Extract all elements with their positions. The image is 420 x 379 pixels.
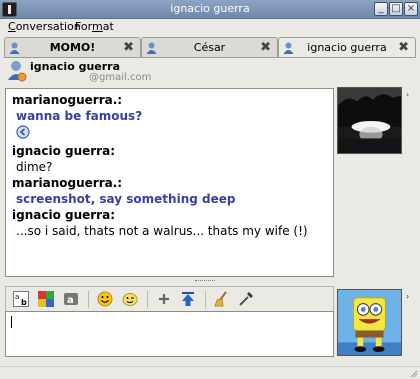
add-icon[interactable] bbox=[156, 291, 172, 307]
close-tab-icon[interactable]: ✖ bbox=[398, 40, 409, 55]
svg-text:b: b bbox=[21, 298, 27, 307]
message-nick: marianoguerra.: bbox=[12, 176, 123, 190]
color-icon[interactable] bbox=[38, 291, 54, 307]
close-window-button[interactable]: × bbox=[404, 2, 418, 16]
toolbar-separator bbox=[88, 291, 89, 308]
tab-label: César bbox=[193, 41, 226, 54]
message-text: wanna be famous? bbox=[16, 109, 143, 123]
text-caret bbox=[11, 316, 12, 328]
close-tab-icon[interactable]: ✖ bbox=[123, 40, 134, 55]
contact-display-picture bbox=[337, 87, 402, 154]
maximize-button[interactable]: □ bbox=[389, 2, 403, 16]
tab-ignacio-guerra[interactable]: ignacio guerra ✖ bbox=[278, 37, 416, 58]
minimize-button[interactable]: _ bbox=[374, 2, 388, 16]
message-text: screenshot, say something deep bbox=[16, 192, 236, 206]
tab-label: MOMO! bbox=[49, 41, 96, 54]
contact-avatar-icon bbox=[8, 61, 27, 82]
wink-icon[interactable] bbox=[122, 291, 138, 307]
pane-splitter[interactable] bbox=[195, 280, 215, 282]
pick-icon[interactable] bbox=[238, 291, 254, 307]
tab-label: ignacio guerra bbox=[307, 41, 387, 54]
tab-divider bbox=[4, 57, 416, 58]
menu-format[interactable]: Format bbox=[75, 20, 114, 33]
message-input[interactable] bbox=[5, 311, 334, 357]
message-text: dime? bbox=[16, 160, 53, 174]
expand-arrow-icon[interactable]: › bbox=[406, 90, 409, 99]
font-icon[interactable]: a b bbox=[13, 291, 29, 307]
tab-bar: MOMO! ✖ César ✖ ignacio guerra ✖ bbox=[4, 37, 416, 58]
message-text: ...so i said, thats not a walrus... that… bbox=[16, 224, 308, 238]
svg-text:a: a bbox=[67, 295, 74, 306]
status-bar bbox=[0, 366, 420, 379]
svg-text:a: a bbox=[15, 293, 19, 301]
expand-arrow-icon[interactable]: › bbox=[406, 292, 409, 301]
menu-conversation[interactable]: Conversation bbox=[8, 20, 81, 33]
nudge-icon bbox=[16, 125, 30, 139]
message-nick: ignacio guerra: bbox=[12, 144, 115, 158]
my-display-picture bbox=[337, 289, 402, 356]
conversation-view[interactable]: marianoguerra.: wanna be famous? ignacio… bbox=[5, 88, 334, 277]
window-title: ignacio guerra bbox=[170, 2, 250, 15]
format-toolbar: a b a bbox=[5, 286, 334, 311]
message-nick: ignacio guerra: bbox=[12, 208, 115, 222]
contact-email: @gmail.com bbox=[89, 72, 152, 83]
toolbar-separator bbox=[147, 291, 148, 308]
resize-grip-icon[interactable] bbox=[408, 368, 418, 378]
tab-cesar[interactable]: César ✖ bbox=[141, 37, 278, 57]
menu-bar: Conversation Format bbox=[0, 19, 420, 36]
smiley-icon[interactable] bbox=[97, 291, 113, 307]
close-tab-icon[interactable]: ✖ bbox=[260, 40, 271, 55]
message-nick: marianoguerra.: bbox=[12, 93, 123, 107]
tab-momo[interactable]: MOMO! ✖ bbox=[4, 37, 141, 57]
toolbar-separator bbox=[205, 291, 206, 308]
text-style-icon[interactable]: a bbox=[63, 291, 79, 307]
clear-icon[interactable] bbox=[214, 291, 230, 307]
title-bar: ignacio guerra _ □ × bbox=[0, 0, 420, 19]
upload-icon[interactable] bbox=[180, 291, 196, 307]
